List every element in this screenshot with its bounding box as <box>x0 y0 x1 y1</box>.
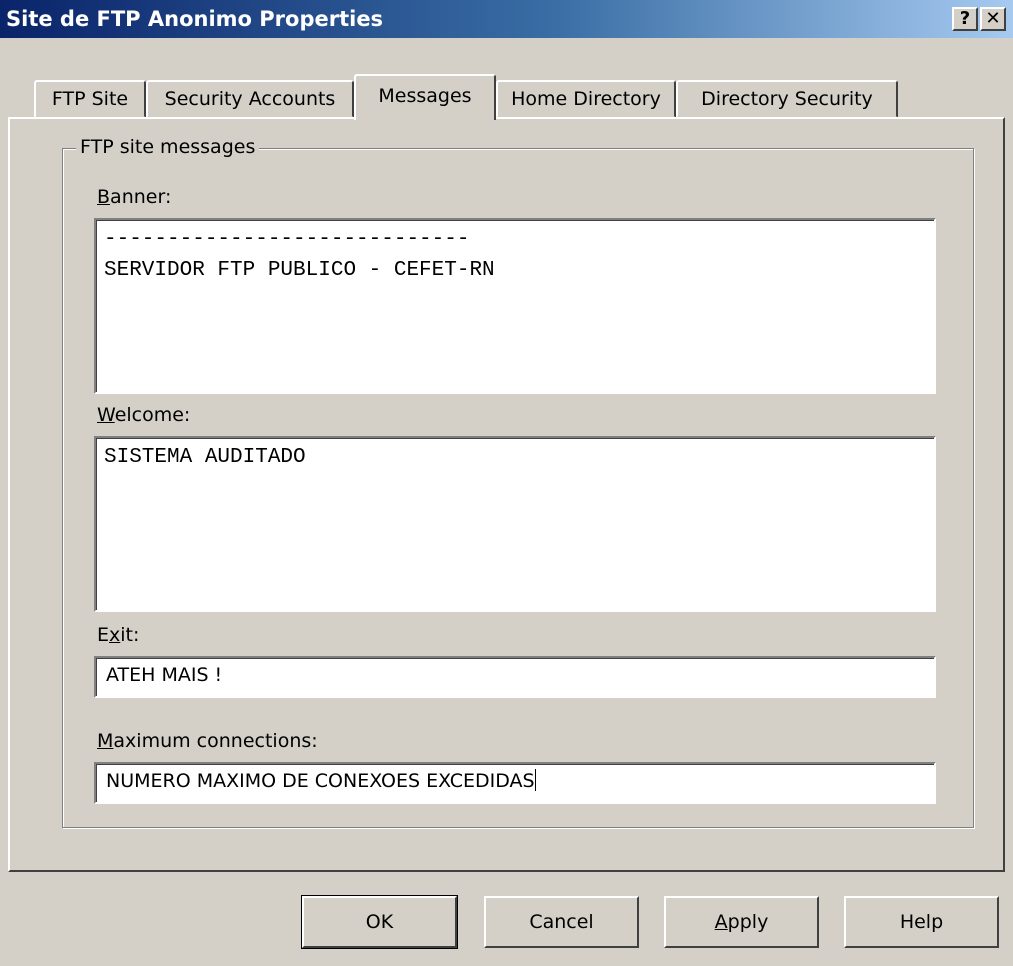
cancel-button[interactable]: Cancel <box>484 896 639 948</box>
exit-label: Exit: <box>97 624 140 646</box>
apply-button[interactable]: Apply <box>664 896 819 948</box>
welcome-textarea[interactable]: SISTEMA AUDITADO <box>94 436 936 612</box>
banner-label: Banner: <box>97 186 172 208</box>
help-icon[interactable]: ? <box>952 7 978 31</box>
max-connections-value: NUMERO MAXIMO DE CONEXOES EXCEDIDAS <box>106 770 535 792</box>
tab-security-accounts[interactable]: Security Accounts <box>146 80 354 118</box>
tab-home-directory[interactable]: Home Directory <box>496 80 676 118</box>
banner-text: ----------------------------- SERVIDOR F… <box>104 228 495 282</box>
exit-value: ATEH MAIS ! <box>106 664 223 686</box>
welcome-label: Welcome: <box>97 404 191 426</box>
max-connections-label: Maximum connections: <box>97 730 318 752</box>
text-caret <box>534 769 536 791</box>
help-button[interactable]: Help <box>844 896 999 948</box>
banner-textarea[interactable]: ----------------------------- SERVIDOR F… <box>94 218 936 394</box>
window-title: Site de FTP Anonimo Properties <box>6 7 384 31</box>
ok-button[interactable]: OK <box>301 895 458 949</box>
close-icon[interactable]: ✕ <box>980 7 1006 31</box>
group-title: FTP site messages <box>76 136 260 158</box>
tab-messages[interactable]: Messages <box>354 74 496 120</box>
exit-input[interactable]: ATEH MAIS ! <box>94 656 936 698</box>
tab-directory-security[interactable]: Directory Security <box>676 80 898 118</box>
tab-ftp-site[interactable]: FTP Site <box>34 80 146 118</box>
title-bar: Site de FTP Anonimo Properties <box>0 0 1013 38</box>
welcome-text: SISTEMA AUDITADO <box>104 446 306 469</box>
max-connections-input[interactable]: NUMERO MAXIMO DE CONEXOES EXCEDIDAS <box>94 762 936 804</box>
